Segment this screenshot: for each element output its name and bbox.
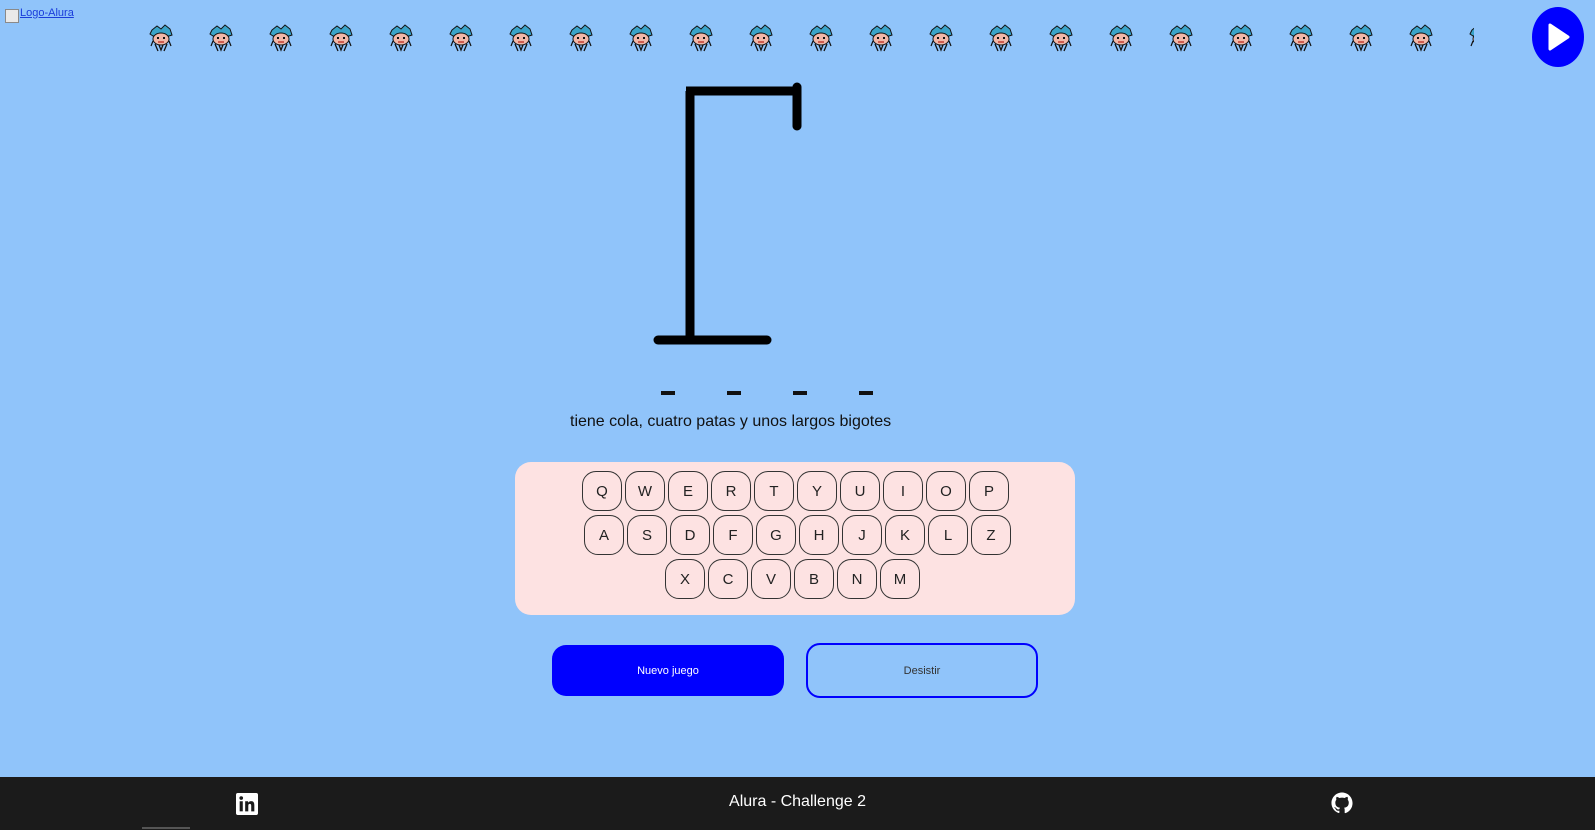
pixel-creature-icon (1168, 24, 1228, 52)
key-u[interactable]: U (840, 471, 880, 511)
key-a[interactable]: A (584, 515, 624, 555)
key-z[interactable]: Z (971, 515, 1011, 555)
key-m[interactable]: M (880, 559, 920, 599)
pixel-creature-icon (1348, 24, 1408, 52)
github-icon[interactable] (1331, 792, 1353, 814)
key-s[interactable]: S (627, 515, 667, 555)
key-j[interactable]: J (842, 515, 882, 555)
key-q[interactable]: Q (582, 471, 622, 511)
word-slot (793, 391, 807, 395)
pixel-creature-icon (1228, 24, 1288, 52)
pixel-creature-icon (748, 24, 808, 52)
key-d[interactable]: D (670, 515, 710, 555)
pixel-creature-icon (988, 24, 1048, 52)
pixel-creature-icon (328, 24, 388, 52)
footer-divider (142, 827, 190, 829)
key-y[interactable]: Y (797, 471, 837, 511)
pixel-creature-icon (568, 24, 628, 52)
key-x[interactable]: X (665, 559, 705, 599)
footer: Alura - Challenge 2 (0, 777, 1595, 830)
key-w[interactable]: W (625, 471, 665, 511)
key-g[interactable]: G (756, 515, 796, 555)
footer-title: Alura - Challenge 2 (729, 793, 866, 810)
new-game-button[interactable]: Nuevo juego (552, 645, 784, 696)
pixel-creature-icon (1048, 24, 1108, 52)
keyboard-row-3: XCVBNM (665, 559, 920, 599)
key-i[interactable]: I (883, 471, 923, 511)
pixel-creature-icon (1108, 24, 1168, 52)
word-slot (661, 391, 675, 395)
key-v[interactable]: V (751, 559, 791, 599)
key-k[interactable]: K (885, 515, 925, 555)
key-f[interactable]: F (713, 515, 753, 555)
sprite-row (148, 24, 1474, 52)
key-n[interactable]: N (837, 559, 877, 599)
key-h[interactable]: H (799, 515, 839, 555)
pixel-creature-icon (808, 24, 868, 52)
virtual-keyboard: QWERTYUIOP ASDFGHJKLZ XCVBNM (515, 462, 1075, 615)
keyboard-row-1: QWERTYUIOP (582, 471, 1009, 511)
pixel-creature-icon (388, 24, 448, 52)
quit-button[interactable]: Desistir (806, 643, 1038, 698)
pixel-creature-icon (208, 24, 268, 52)
key-r[interactable]: R (711, 471, 751, 511)
pixel-creature-icon (628, 24, 688, 52)
pixel-creature-icon (868, 24, 928, 52)
key-l[interactable]: L (928, 515, 968, 555)
key-e[interactable]: E (668, 471, 708, 511)
play-icon (1548, 23, 1570, 51)
pixel-creature-icon (448, 24, 508, 52)
key-c[interactable]: C (708, 559, 748, 599)
hint-text: tiene cola, cuatro patas y unos largos b… (570, 413, 892, 430)
pixel-creature-icon (508, 24, 568, 52)
play-button[interactable] (1532, 7, 1584, 67)
word-slots (661, 391, 925, 395)
word-slot (727, 391, 741, 395)
key-t[interactable]: T (754, 471, 794, 511)
word-slot (859, 391, 873, 395)
pixel-creature-icon (688, 24, 748, 52)
pixel-creature-icon (1288, 24, 1348, 52)
key-p[interactable]: P (969, 471, 1009, 511)
pixel-creature-icon (148, 24, 208, 52)
hangman-gallows (653, 82, 802, 345)
key-b[interactable]: B (794, 559, 834, 599)
pixel-creature-icon (928, 24, 988, 52)
keyboard-row-2: ASDFGHJKLZ (584, 515, 1011, 555)
broken-image-icon (5, 9, 19, 23)
logo-alura-link[interactable]: Logo-Alura (5, 6, 74, 23)
pixel-creature-icon (268, 24, 328, 52)
pixel-creature-icon (1468, 24, 1474, 52)
key-o[interactable]: O (926, 471, 966, 511)
logo-alt-text: Logo-Alura (20, 7, 74, 19)
pixel-creature-icon (1408, 24, 1468, 52)
